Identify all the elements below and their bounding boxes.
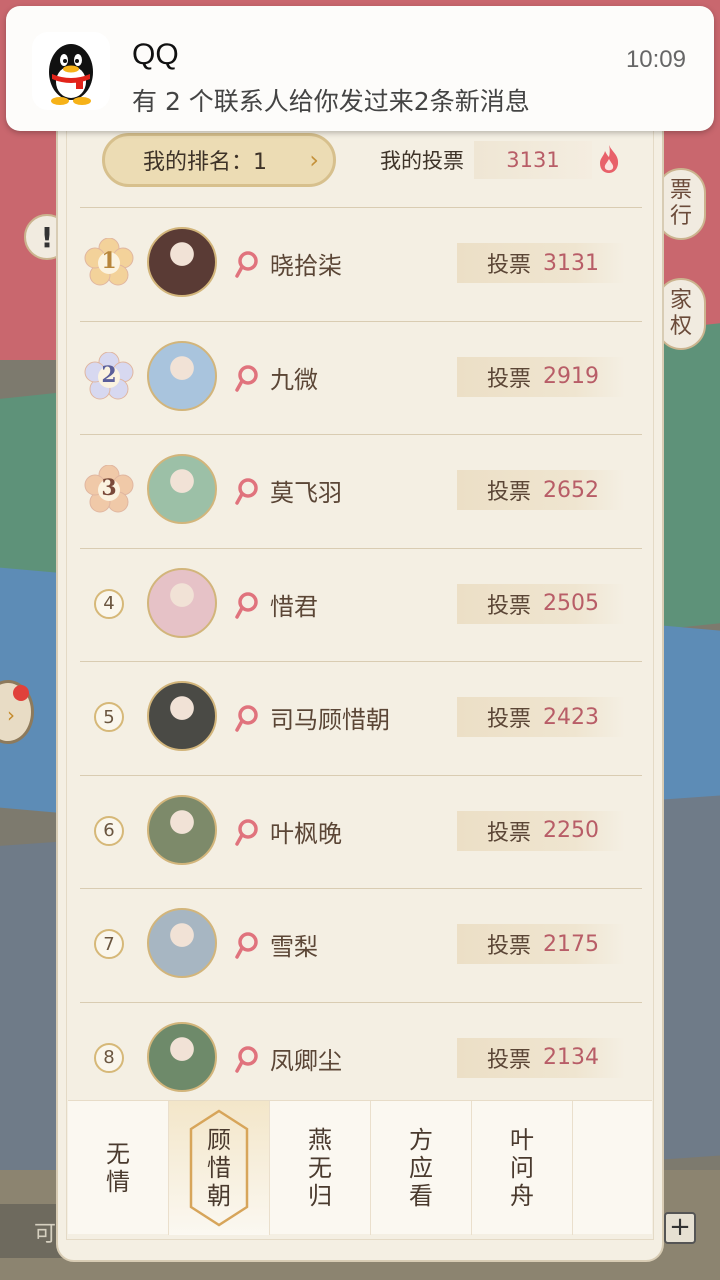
character-tab[interactable]: 叶问舟 [472, 1101, 573, 1235]
character-avatar[interactable] [147, 908, 217, 978]
character-tab-label: 无情 [106, 1140, 130, 1196]
character-name: 九微 [270, 365, 318, 394]
ranking-row: 4 惜君 投票 2505 [80, 547, 642, 662]
vote-count: 2175 [543, 931, 600, 957]
flame-icon [600, 145, 619, 173]
vote-button[interactable]: 投票 2652 [457, 470, 625, 510]
character-avatar[interactable] [147, 794, 217, 865]
vote-count: 2652 [543, 477, 600, 503]
character-name: 司马顾惜朝 [270, 706, 390, 734]
character-tab[interactable]: 无情 [68, 1101, 169, 1235]
vote-button[interactable]: 投票 2505 [457, 583, 625, 624]
female-icon [235, 818, 258, 846]
rank-number: 5 [94, 702, 124, 732]
character-avatar[interactable] [147, 681, 217, 751]
character-tab-label: 燕无归 [308, 1126, 332, 1210]
character-tab-label: 方应看 [409, 1126, 433, 1210]
vote-count: 3131 [543, 250, 600, 276]
rank-number: 2 [101, 361, 117, 388]
ranking-row: 8 凤卿尘 投票 2134 [80, 1001, 642, 1116]
character-tab[interactable]: 顾惜朝 [169, 1101, 270, 1235]
rank-badge: 2 [84, 351, 134, 402]
vote-count: 2505 [543, 591, 600, 616]
ranking-row: 7 雪梨 投票 2175 [80, 888, 642, 1002]
vote-button-label: 投票 [487, 707, 532, 732]
character-avatar[interactable] [147, 567, 217, 638]
ranking-row: 5 司马顾惜朝 投票 2423 [80, 661, 642, 775]
character-avatar[interactable] [147, 1021, 217, 1092]
my-rank-button[interactable]: 我的排名：1 › [102, 133, 336, 187]
vote-button-label: 投票 [487, 253, 532, 278]
rank-badge: 3 [84, 464, 134, 515]
character-name: 莫飞羽 [270, 479, 342, 507]
rank-number: 4 [94, 588, 124, 619]
ranking-row: 3 莫飞羽 投票 2652 [80, 434, 642, 548]
vote-button-label: 投票 [487, 480, 532, 505]
my-vote-display: 我的投票 3131 [380, 140, 626, 180]
character-name: 雪梨 [270, 933, 318, 961]
my-vote-label: 我的投票 [380, 149, 464, 173]
character-name: 惜君 [270, 592, 318, 621]
character-avatar[interactable] [147, 454, 217, 524]
rank-number: 8 [94, 1042, 124, 1073]
character-name: 凤卿尘 [270, 1046, 342, 1075]
rank-number: 7 [94, 929, 124, 959]
vote-button[interactable]: 投票 2250 [457, 810, 625, 851]
rank-number: 6 [94, 815, 124, 846]
female-icon [235, 364, 258, 392]
vote-count: 2423 [543, 704, 600, 730]
chevron-right-icon: › [309, 146, 319, 174]
qq-penguin-icon [32, 32, 110, 110]
ranking-row: 1 晓拾柒 投票 3131 [80, 207, 642, 321]
notification-message: 有 2 个联系人给你发过来2条新消息 [132, 87, 530, 116]
vote-button[interactable]: 投票 2175 [457, 924, 625, 964]
my-vote-value: 3131 [474, 141, 592, 179]
female-icon [235, 932, 258, 959]
qq-notification[interactable]: QQ 10:09 有 2 个联系人给你发过来2条新消息 [6, 6, 714, 131]
ranking-row: 6 叶枫晚 投票 2250 [80, 774, 642, 889]
vote-button-label: 投票 [487, 934, 532, 959]
my-rank-label: 我的排名：1 [143, 150, 267, 175]
female-icon [235, 251, 258, 278]
rank-number: 1 [101, 248, 117, 274]
rank-number: 3 [101, 475, 117, 501]
vote-button[interactable]: 投票 2919 [457, 356, 625, 397]
vote-button[interactable]: 投票 2423 [457, 697, 625, 737]
character-tabs: 无情 顾惜朝 燕无归 方应看 叶问舟 [68, 1100, 652, 1235]
vote-button-label: 投票 [487, 820, 532, 846]
character-tab[interactable]: 燕无归 [270, 1101, 371, 1235]
plus-button[interactable]: + [664, 1212, 696, 1244]
character-name: 叶枫晚 [270, 819, 342, 848]
vote-button-label: 投票 [487, 366, 532, 392]
character-tab-label: 顾惜朝 [207, 1126, 231, 1210]
notification-time: 10:09 [625, 46, 686, 73]
character-name: 晓拾柒 [270, 252, 342, 280]
character-tab-label: 叶问舟 [510, 1126, 534, 1210]
chevron-right-icon: › [7, 703, 15, 727]
notification-app-name: QQ [132, 38, 179, 71]
red-dot-badge [13, 685, 29, 701]
vote-count: 2919 [543, 364, 600, 389]
character-avatar[interactable] [147, 227, 217, 297]
vote-button-label: 投票 [487, 1047, 532, 1073]
character-tab[interactable]: 方应看 [371, 1101, 472, 1235]
vote-button[interactable]: 投票 3131 [457, 243, 625, 283]
vote-button-label: 投票 [487, 593, 532, 619]
vote-count: 2134 [543, 1045, 600, 1070]
character-avatar[interactable] [147, 340, 217, 411]
female-icon [235, 591, 258, 619]
ranking-row: 2 九微 投票 2919 [80, 320, 642, 435]
rank-badge: 1 [84, 237, 134, 288]
vote-ranking-side-label: 票行 [669, 178, 692, 229]
vote-button[interactable]: 投票 2134 [457, 1037, 625, 1078]
female-icon [235, 705, 258, 732]
female-icon [235, 1045, 258, 1073]
family-rights-side-label: 家权 [669, 288, 692, 339]
ranking-list: 1 晓拾柒 投票 3131 2 九微 投票 2919 3 莫飞羽 投票 2652… [80, 207, 642, 1115]
female-icon [235, 478, 258, 505]
vote-count: 2250 [543, 818, 600, 843]
